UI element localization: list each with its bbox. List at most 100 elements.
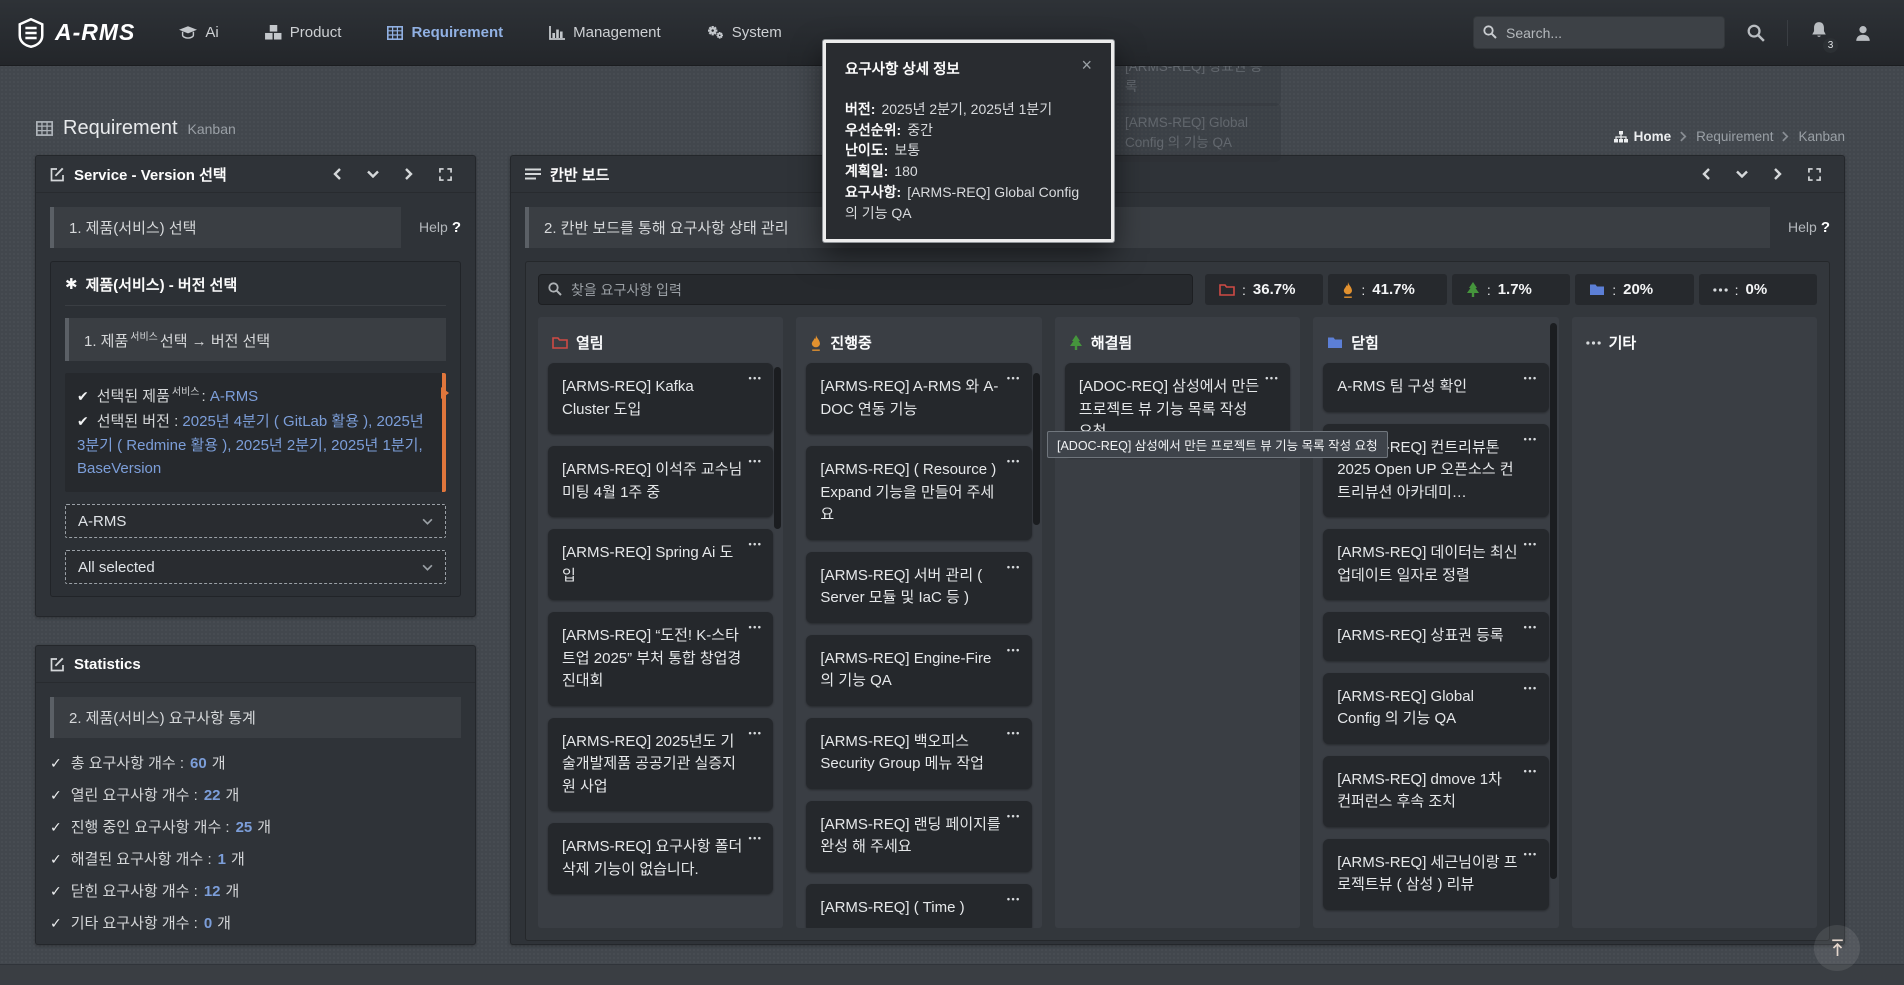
kanban-card[interactable]: [ARMS-REQ] “도전! K-스타트업 2025” 부처 통합 창업경진대… xyxy=(548,612,773,706)
kanban-card[interactable]: [ARMS-REQ] 데이터는 최신 업데이트 일자로 정렬••• xyxy=(1323,529,1548,600)
nav-item-ai[interactable]: Ai xyxy=(179,24,218,41)
nav-item-management[interactable]: Management xyxy=(549,24,661,41)
breadcrumb-kanban[interactable]: Kanban xyxy=(1798,129,1845,144)
kanban-help-button[interactable]: Help? xyxy=(1788,219,1830,236)
kanban-column-해결됨: 해결됨[ADOC-REQ] 삼성에서 만든 프로젝트 뷰 기능 목록 작성 요청… xyxy=(1055,317,1300,928)
chevron-right-icon[interactable] xyxy=(405,168,413,180)
nav-item-requirement[interactable]: Requirement xyxy=(387,24,503,41)
expand-icon[interactable] xyxy=(439,168,452,181)
notifications-bell-icon[interactable]: 3 xyxy=(1806,17,1832,48)
ghost-card: [ARMS-REQ] Global Config 의 기능 QA xyxy=(1113,103,1281,162)
product-dropdown[interactable]: A-RMS xyxy=(65,504,446,538)
nav-item-label: Requirement xyxy=(411,24,503,41)
kanban-card[interactable]: [ARMS-REQ] Global Config 의 기능 QA••• xyxy=(1323,673,1548,744)
kanban-panel: 칸반 보드 2. 칸반 보드를 통해 요구사항 상태 관리 Help? xyxy=(510,155,1845,945)
kanban-card[interactable]: [ARMS-REQ] Spring Ai 도입••• xyxy=(548,529,773,600)
card-menu-icon[interactable]: ••• xyxy=(1524,848,1538,862)
kanban-card-title: [ARMS-REQ] 랜딩 페이지를 완성 해 주세요 xyxy=(820,816,1000,856)
kanban-card[interactable]: [ARMS-REQ] dmove 1차 컨퍼런스 후속 조치 ••• xyxy=(1323,756,1548,827)
kanban-column-title: 해결됨 xyxy=(1091,332,1132,353)
brand[interactable]: A-RMS xyxy=(16,18,135,48)
chevron-left-icon[interactable] xyxy=(1702,168,1710,180)
card-menu-icon[interactable]: ••• xyxy=(1524,372,1538,386)
card-menu-icon[interactable]: ••• xyxy=(1524,621,1538,635)
kanban-card[interactable]: [ARMS-REQ] 랜딩 페이지를 완성 해 주세요 ••• xyxy=(806,801,1031,872)
kanban-card[interactable]: [ARMS-REQ] ( Resource ) Expand 기능을 만들어 주… xyxy=(806,446,1031,540)
breadcrumb-requirement[interactable]: Requirement xyxy=(1696,129,1773,144)
fire-icon xyxy=(1342,282,1354,298)
selector-step-label: 1. 제품서비스선택 → 버전 선택 xyxy=(65,318,446,361)
kanban-column-title: 진행중 xyxy=(830,332,871,353)
chevron-right-icon[interactable] xyxy=(1774,168,1782,180)
column-scrollbar-thumb[interactable] xyxy=(774,367,781,529)
card-menu-icon[interactable]: ••• xyxy=(748,538,762,552)
board-search xyxy=(538,274,1193,305)
card-menu-icon[interactable]: ••• xyxy=(1524,682,1538,696)
card-menu-icon[interactable]: ••• xyxy=(1007,644,1021,658)
stat-row: ✓닫힌 요구사항 개수 :12개 xyxy=(50,880,461,901)
close-icon[interactable]: × xyxy=(1081,58,1092,72)
user-icon[interactable] xyxy=(1850,20,1876,46)
table-icon xyxy=(387,26,403,40)
card-menu-icon[interactable]: ••• xyxy=(748,455,762,469)
chevron-left-icon[interactable] xyxy=(333,168,341,180)
kanban-card[interactable]: [ARMS-REQ] 백오피스 Security Group 메뉴 작업••• xyxy=(806,718,1031,789)
column-scrollbar-thumb[interactable] xyxy=(1033,373,1040,525)
card-menu-icon[interactable]: ••• xyxy=(1007,893,1021,907)
breadcrumb-home[interactable]: Home xyxy=(1614,129,1672,144)
kanban-card-title: [ARMS-REQ] “도전! K-스타트업 2025” 부처 통합 창업경진대… xyxy=(562,627,741,689)
graduation-cap-icon xyxy=(179,26,197,39)
statistics-panel-header: Statistics xyxy=(36,646,475,683)
kanban-card[interactable]: [ARMS-REQ] 요구사항 폴더 삭제 기능이 없습니다.••• xyxy=(548,823,773,894)
kanban-card[interactable]: [ARMS-REQ] Engine-Fire 의 기능 QA••• xyxy=(806,635,1031,706)
help-question-icon: ? xyxy=(452,219,461,236)
kanban-card-title: [ARMS-REQ] 세근님이랑 프로젝트뷰 ( 삼성 ) 리뷰 xyxy=(1337,854,1517,894)
scroll-to-top-button[interactable] xyxy=(1814,925,1860,971)
card-menu-icon[interactable]: ••• xyxy=(1007,561,1021,575)
kanban-panel-tools xyxy=(1702,168,1830,181)
card-menu-icon[interactable]: ••• xyxy=(748,832,762,846)
modal-field: 계획일:180 xyxy=(845,161,1092,182)
nav-item-product[interactable]: Product xyxy=(265,24,342,41)
card-menu-icon[interactable]: ••• xyxy=(748,621,762,635)
card-menu-icon[interactable]: ••• xyxy=(1524,765,1538,779)
card-menu-icon[interactable]: ••• xyxy=(1007,455,1021,469)
kanban-card[interactable]: [ARMS-REQ] Kafka Cluster 도입••• xyxy=(548,363,773,434)
kanban-card[interactable]: [ARMS-REQ] A-RMS 와 A-DOC 연동 기능••• xyxy=(806,363,1031,434)
card-menu-icon[interactable]: ••• xyxy=(1524,433,1538,447)
board-stat-value: 0% xyxy=(1746,281,1768,298)
search-button-icon[interactable] xyxy=(1743,20,1769,46)
stat-value: 1 xyxy=(218,851,226,868)
navbar-search-input[interactable] xyxy=(1473,16,1725,49)
stat-unit: 개 xyxy=(217,912,231,933)
version-dropdown[interactable]: All selected xyxy=(65,550,446,584)
nav-item-system[interactable]: System xyxy=(707,24,782,41)
stat-label: 해결된 요구사항 개수 : xyxy=(71,848,212,869)
kanban-column-header: 닫힘 xyxy=(1323,326,1548,363)
kanban-column-진행중: 진행중 [ARMS-REQ] A-RMS 와 A-DOC 연동 기능••• [ARM… xyxy=(796,317,1041,928)
chevron-down-icon[interactable] xyxy=(367,170,379,178)
kanban-card[interactable]: A-RMS 팀 구성 확인••• xyxy=(1323,363,1548,412)
card-menu-icon[interactable]: ••• xyxy=(1007,372,1021,386)
expand-icon[interactable] xyxy=(1808,168,1821,181)
kanban-columns: 열림[ARMS-REQ] Kafka Cluster 도입•••[ARMS-RE… xyxy=(538,317,1817,928)
kanban-card[interactable]: [ARMS-REQ] 서버 관리 ( Server 모듈 및 IaC 등 )••… xyxy=(806,552,1031,623)
card-menu-icon[interactable]: ••• xyxy=(1524,538,1538,552)
card-menu-icon[interactable]: ••• xyxy=(748,372,762,386)
kanban-card[interactable]: [ARMS-REQ] 이석주 교수님 미팅 4월 1주 중••• xyxy=(548,446,773,517)
chevron-down-icon[interactable] xyxy=(1736,170,1748,178)
chevron-right-icon xyxy=(1782,131,1789,142)
card-menu-icon[interactable]: ••• xyxy=(748,727,762,741)
service-help-button[interactable]: Help? xyxy=(419,219,461,236)
card-menu-icon[interactable]: ••• xyxy=(1007,810,1021,824)
card-menu-icon[interactable]: ••• xyxy=(1265,372,1279,386)
kanban-card-title: [ARMS-REQ] dmove 1차 컨퍼런스 후속 조치 xyxy=(1337,771,1502,811)
board-search-input[interactable] xyxy=(538,274,1193,305)
card-menu-icon[interactable]: ••• xyxy=(1007,727,1021,741)
kanban-card[interactable]: [ARMS-REQ] ( Time )••• xyxy=(806,884,1031,929)
kanban-card[interactable]: [ARMS-REQ] 세근님이랑 프로젝트뷰 ( 삼성 ) 리뷰 ••• xyxy=(1323,839,1548,910)
column-scrollbar-thumb[interactable] xyxy=(1550,323,1557,879)
stat-label: 닫힌 요구사항 개수 : xyxy=(71,880,198,901)
kanban-card[interactable]: [ARMS-REQ] 2025년도 기술개발제품 공공기관 실증지원 사업••• xyxy=(548,718,773,812)
kanban-card[interactable]: [ARMS-REQ] 상표권 등록••• xyxy=(1323,612,1548,661)
